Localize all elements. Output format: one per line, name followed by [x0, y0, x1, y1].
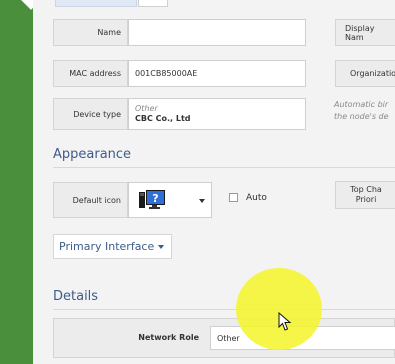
auto-checkbox[interactable] [229, 193, 238, 202]
name-input[interactable] [128, 19, 306, 46]
details-section-title: Details [53, 289, 99, 304]
top-change-priority-label: Top Cha Priori [335, 181, 395, 209]
top-tab-active[interactable] [55, 0, 137, 7]
network-role-value: Other [217, 333, 240, 343]
mac-address-label-text: MAC address [69, 69, 121, 78]
mac-address-input[interactable]: 001CB85000AE [128, 60, 306, 87]
svg-text:?: ? [152, 192, 158, 205]
default-icon-label: Default icon [53, 182, 128, 218]
auto-note-line-1: Automatic bir [334, 100, 389, 109]
name-label: Name [53, 19, 128, 46]
organization-label: Organizatio [335, 60, 395, 87]
appearance-section-title: Appearance [53, 147, 132, 162]
display-name-label: Display Nam [335, 19, 395, 46]
monitor-question-icon: ? [139, 190, 165, 209]
device-type-category: Other [135, 104, 158, 113]
default-icon-select[interactable]: ? [128, 182, 212, 218]
default-icon-label-text: Default icon [72, 195, 121, 205]
primary-interface-label: Primary Interface [59, 240, 155, 253]
device-type-label-text: Device type [73, 109, 121, 119]
auto-note-line-2: the node's de [334, 112, 389, 121]
top-tab-secondary[interactable] [138, 0, 168, 7]
name-label-text: Name [97, 28, 121, 37]
device-type-label: Device type [53, 98, 128, 130]
cursor-highlight [236, 268, 322, 350]
device-type-input[interactable]: Other CBC Co., Ltd [128, 98, 306, 130]
top-change-label-line-1: Top Cha [350, 185, 382, 194]
network-role-label: Network Role [138, 333, 199, 342]
appearance-divider [53, 167, 395, 168]
display-name-label-text: Display Nam [345, 23, 375, 42]
organization-label-text: Organizatio [350, 69, 395, 78]
left-sidebar [0, 0, 41, 364]
device-properties-panel: Name Display Nam MAC address 001CB85000A… [33, 0, 395, 364]
chevron-down-icon [158, 244, 165, 249]
automatic-binding-note: Automatic bir the node's de [334, 99, 395, 123]
auto-checkbox-label: Auto [246, 193, 267, 203]
top-change-label-line-2: Priori [355, 195, 377, 204]
chevron-down-icon [199, 199, 205, 203]
details-divider [53, 309, 395, 310]
network-role-row: Network Role Other [53, 318, 395, 358]
mac-address-value: 001CB85000AE [135, 69, 198, 78]
mouse-pointer-icon [278, 312, 292, 331]
mac-address-label: MAC address [53, 60, 128, 87]
device-type-vendor: CBC Co., Ltd [135, 114, 191, 123]
primary-interface-dropdown[interactable]: Primary Interface [53, 234, 172, 259]
